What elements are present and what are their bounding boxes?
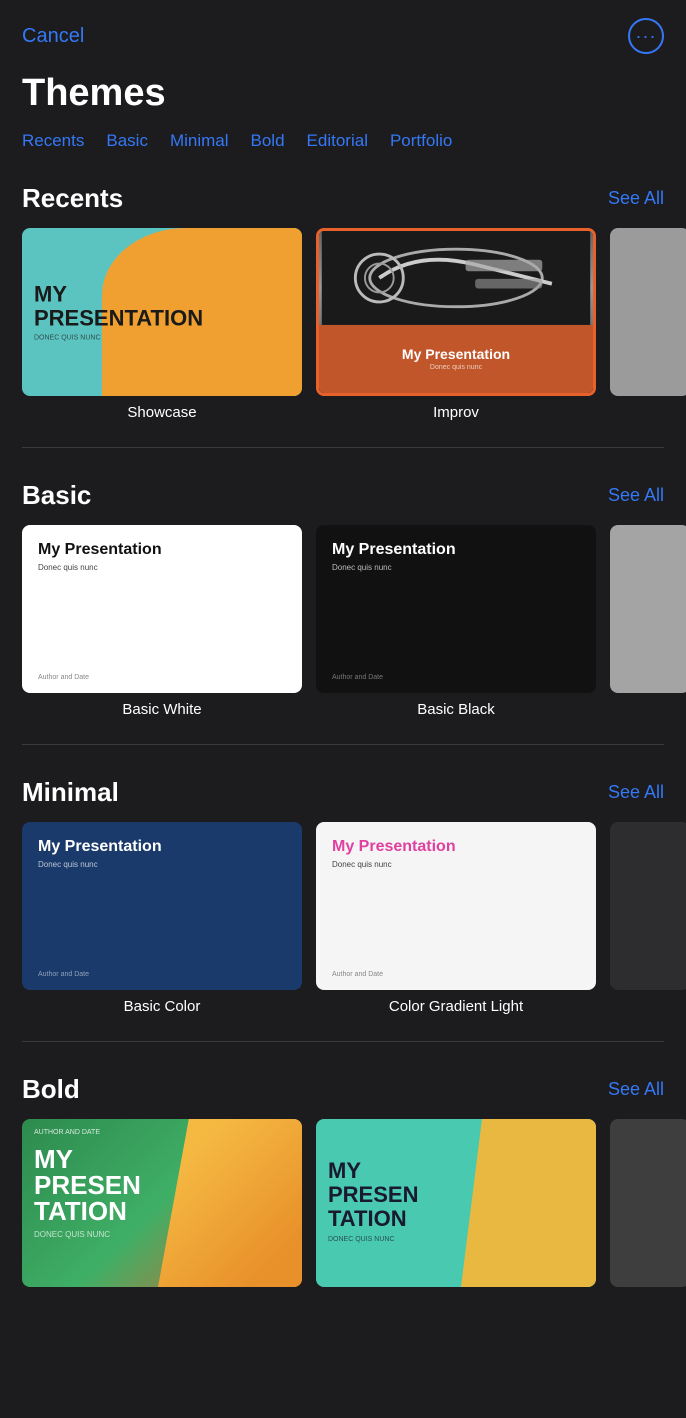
minimal-divider xyxy=(22,1041,664,1042)
basic-black-thumbnail: My Presentation Donec quis nunc Author a… xyxy=(316,525,596,693)
improv-title: My Presentation xyxy=(402,346,510,362)
basic-black-label: Basic Black xyxy=(417,701,495,718)
recents-scroll: MYPRESENTATION DONEC QUIS NUNC Showcase xyxy=(0,228,686,437)
color-gradient-light-thumbnail: My Presentation Donec quis nunc Author a… xyxy=(316,822,596,990)
partial-card-bg-3 xyxy=(610,822,686,990)
bold-person-1 xyxy=(158,1119,302,1287)
bold-2-thumbnail: MYPRESENTATION DONEC QUIS NUNC xyxy=(316,1119,596,1287)
basic-black-bg: My Presentation Donec quis nunc Author a… xyxy=(316,525,596,693)
partial-card-bg-2 xyxy=(610,525,686,693)
color-gradient-light-author: Author and Date xyxy=(332,971,580,978)
basic-title: Basic xyxy=(22,480,91,511)
nav-item-portfolio[interactable]: Portfolio xyxy=(390,131,452,151)
minimal-scroll: My Presentation Donec quis nunc Author a… xyxy=(0,822,686,1031)
theme-card-bold-2[interactable]: MYPRESENTATION DONEC QUIS NUNC xyxy=(316,1119,596,1287)
bold-see-all-button[interactable]: See All xyxy=(608,1079,664,1100)
basic-white-author: Author and Date xyxy=(38,674,286,681)
bold-title: Bold xyxy=(22,1074,80,1105)
partial-card-bg-4 xyxy=(610,1119,686,1287)
recents-partial-card xyxy=(610,228,686,396)
basic-white-text: My Presentation Donec quis nunc xyxy=(38,541,286,572)
theme-card-bold-1[interactable]: AUTHOR AND DATE MYPRESENTATION DONEC QUI… xyxy=(22,1119,302,1287)
recents-see-all-button[interactable]: See All xyxy=(608,188,664,209)
showcase-thumb-bg: MYPRESENTATION DONEC QUIS NUNC xyxy=(22,228,302,396)
basic-white-bg: My Presentation Donec quis nunc Author a… xyxy=(22,525,302,693)
bold-partial-card xyxy=(610,1119,686,1287)
color-gradient-light-title: My Presentation xyxy=(332,838,580,856)
header: Cancel ··· xyxy=(0,0,686,64)
basic-color-subtitle: Donec quis nunc xyxy=(38,860,286,869)
basic-white-label: Basic White xyxy=(122,701,201,718)
bold-2-sub: DONEC QUIS NUNC xyxy=(328,1236,584,1243)
recents-section-header: Recents See All xyxy=(0,183,686,228)
cancel-button[interactable]: Cancel xyxy=(22,25,84,48)
showcase-slide-text: MYPRESENTATION DONEC QUIS NUNC xyxy=(34,282,203,341)
improv-sub: Donec quis nunc xyxy=(430,364,482,371)
basic-see-all-button[interactable]: See All xyxy=(608,485,664,506)
basic-color-bg: My Presentation Donec quis nunc Author a… xyxy=(22,822,302,990)
theme-card-basic-color[interactable]: My Presentation Donec quis nunc Author a… xyxy=(22,822,302,1015)
more-options-button[interactable]: ··· xyxy=(628,18,664,54)
basic-white-subtitle: Donec quis nunc xyxy=(38,563,286,572)
basic-black-text: My Presentation Donec quis nunc xyxy=(332,541,580,572)
basic-color-label: Basic Color xyxy=(124,998,201,1015)
bold-2-bg: MYPRESENTATION DONEC QUIS NUNC xyxy=(316,1119,596,1287)
nav-item-bold[interactable]: Bold xyxy=(251,131,285,151)
basic-white-thumbnail: My Presentation Donec quis nunc Author a… xyxy=(22,525,302,693)
bold-section: Bold See All AUTHOR AND DATE MYPRESENTAT… xyxy=(0,1058,686,1303)
minimal-section: Minimal See All My Presentation Donec qu… xyxy=(0,761,686,1031)
more-icon: ··· xyxy=(636,26,657,47)
showcase-thumbnail: MYPRESENTATION DONEC QUIS NUNC xyxy=(22,228,302,396)
basic-white-title: My Presentation xyxy=(38,541,286,559)
theme-card-showcase[interactable]: MYPRESENTATION DONEC QUIS NUNC Showcase xyxy=(22,228,302,421)
color-gradient-light-subtitle: Donec quis nunc xyxy=(332,860,580,869)
theme-card-basic-white[interactable]: My Presentation Donec quis nunc Author a… xyxy=(22,525,302,718)
minimal-title: Minimal xyxy=(22,777,119,808)
basic-black-subtitle: Donec quis nunc xyxy=(332,563,580,572)
theme-card-improv[interactable]: My Presentation Donec quis nunc Improv xyxy=(316,228,596,421)
partial-card-bg xyxy=(610,228,686,396)
nav-item-editorial[interactable]: Editorial xyxy=(307,131,368,151)
color-gradient-light-text: My Presentation Donec quis nunc xyxy=(332,838,580,869)
trumpet-image xyxy=(319,231,593,325)
nav-item-recents[interactable]: Recents xyxy=(22,131,84,151)
improv-thumbnail: My Presentation Donec quis nunc xyxy=(316,228,596,396)
recents-section: Recents See All MYPRESENTATION DONEC QUI… xyxy=(0,167,686,437)
minimal-partial-card xyxy=(610,822,686,990)
showcase-label: Showcase xyxy=(127,404,196,421)
basic-color-author: Author and Date xyxy=(38,971,286,978)
color-gradient-light-bg: My Presentation Donec quis nunc Author a… xyxy=(316,822,596,990)
improv-bar: My Presentation Donec quis nunc xyxy=(319,325,593,393)
improv-thumb-bg: My Presentation Donec quis nunc xyxy=(319,231,593,393)
bold-scroll: AUTHOR AND DATE MYPRESENTATION DONEC QUI… xyxy=(0,1119,686,1303)
improv-label: Improv xyxy=(433,404,479,421)
theme-card-color-gradient-light[interactable]: My Presentation Donec quis nunc Author a… xyxy=(316,822,596,1015)
minimal-section-header: Minimal See All xyxy=(0,777,686,822)
showcase-sub: DONEC QUIS NUNC xyxy=(34,335,203,342)
theme-card-basic-black[interactable]: My Presentation Donec quis nunc Author a… xyxy=(316,525,596,718)
bold-1-bg: AUTHOR AND DATE MYPRESENTATION DONEC QUI… xyxy=(22,1119,302,1287)
nav-item-basic[interactable]: Basic xyxy=(106,131,148,151)
recents-title: Recents xyxy=(22,183,123,214)
recents-divider xyxy=(22,447,664,448)
category-nav: Recents Basic Minimal Bold Editorial Por… xyxy=(0,131,686,167)
basic-color-thumbnail: My Presentation Donec quis nunc Author a… xyxy=(22,822,302,990)
minimal-see-all-button[interactable]: See All xyxy=(608,782,664,803)
showcase-main-title: MYPRESENTATION xyxy=(34,282,203,330)
page-title: Themes xyxy=(0,64,686,131)
bold-1-thumbnail: AUTHOR AND DATE MYPRESENTATION DONEC QUI… xyxy=(22,1119,302,1287)
basic-scroll: My Presentation Donec quis nunc Author a… xyxy=(0,525,686,734)
bold-section-header: Bold See All xyxy=(0,1074,686,1119)
basic-black-title: My Presentation xyxy=(332,541,580,559)
basic-section-header: Basic See All xyxy=(0,480,686,525)
basic-color-title: My Presentation xyxy=(38,838,286,856)
basic-partial-card xyxy=(610,525,686,693)
basic-divider xyxy=(22,744,664,745)
nav-item-minimal[interactable]: Minimal xyxy=(170,131,229,151)
color-gradient-light-label: Color Gradient Light xyxy=(389,998,523,1015)
basic-section: Basic See All My Presentation Donec quis… xyxy=(0,464,686,734)
basic-color-text: My Presentation Donec quis nunc xyxy=(38,838,286,869)
basic-black-author: Author and Date xyxy=(332,674,580,681)
bold-person-2 xyxy=(461,1119,596,1287)
